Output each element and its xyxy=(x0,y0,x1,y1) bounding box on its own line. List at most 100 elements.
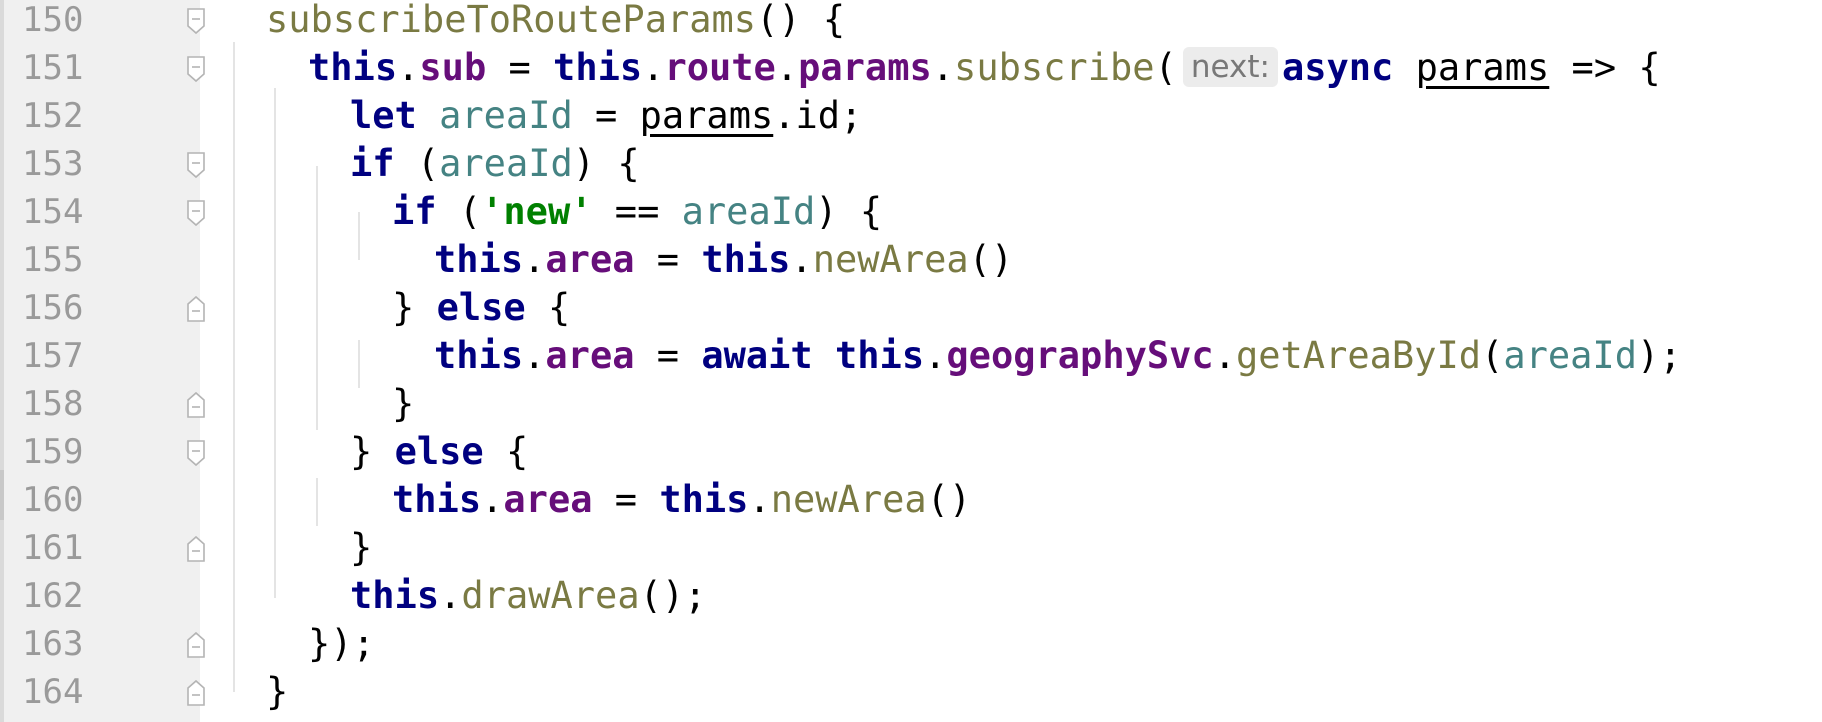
code-token: . xyxy=(775,46,799,89)
code-token: = xyxy=(592,478,660,521)
code-token: area xyxy=(503,478,593,521)
line-number: 162 xyxy=(22,576,84,616)
fold-close-icon[interactable] xyxy=(185,390,207,420)
code-token: . xyxy=(642,46,665,89)
line-number: 152 xyxy=(22,96,84,136)
code-token: ) { xyxy=(572,142,640,185)
code-token: = xyxy=(634,334,702,377)
code-token: async xyxy=(1281,46,1394,89)
code-token: this xyxy=(392,478,482,521)
code-token: route xyxy=(664,46,776,89)
code-token: = xyxy=(634,238,702,281)
fold-close-icon[interactable] xyxy=(185,294,207,324)
code-token: ) { xyxy=(815,190,883,233)
fold-open-icon[interactable] xyxy=(185,438,207,468)
line-number: 151 xyxy=(22,48,84,88)
code-token: newArea xyxy=(812,238,969,281)
code-token: ( xyxy=(1481,334,1504,377)
code-area[interactable]: 150 subscribeToRouteParams() { 151 this.… xyxy=(22,0,1822,722)
code-token: . xyxy=(1213,334,1236,377)
code-token: == xyxy=(592,190,682,233)
code-token: let xyxy=(350,94,417,137)
code-token: newArea xyxy=(770,478,927,521)
code-line[interactable]: 156 } else { xyxy=(22,286,1822,336)
code-token: areaId xyxy=(1503,334,1637,377)
fold-open-icon[interactable] xyxy=(185,6,207,36)
code-line[interactable]: 158 } xyxy=(22,382,1822,432)
fold-open-icon[interactable] xyxy=(185,150,207,180)
code-token: await xyxy=(701,334,813,377)
code-token: this xyxy=(553,46,643,89)
code-token: areaId xyxy=(681,190,816,233)
code-token: . xyxy=(523,238,546,281)
line-number: 161 xyxy=(22,528,84,568)
code-token: . xyxy=(924,334,947,377)
code-line[interactable]: 162 this.drawArea(); xyxy=(22,574,1822,624)
code-token: areaId xyxy=(439,94,573,137)
code-token: . xyxy=(931,46,955,89)
code-token: = xyxy=(486,46,554,89)
code-token: area xyxy=(545,334,635,377)
code-token: area xyxy=(545,238,635,281)
code-token: this xyxy=(835,334,925,377)
code-token: ( xyxy=(436,190,482,233)
code-line[interactable]: 164 } xyxy=(22,670,1822,720)
line-number: 150 xyxy=(22,0,84,40)
code-line[interactable]: 152 let areaId = params.id; xyxy=(22,94,1822,144)
code-token: } xyxy=(266,670,289,713)
code-token: geographySvc xyxy=(946,334,1214,377)
code-token: => { xyxy=(1549,46,1661,89)
code-token: subscribeToRouteParams xyxy=(266,0,757,41)
code-token: this xyxy=(434,238,524,281)
line-number: 159 xyxy=(22,432,84,472)
code-line[interactable]: 155 this.area = this.newArea() xyxy=(22,238,1822,288)
code-line[interactable]: 161 } xyxy=(22,526,1822,576)
fold-close-icon[interactable] xyxy=(185,534,207,564)
code-token: this xyxy=(659,478,749,521)
code-token: ( xyxy=(1154,46,1177,89)
code-token: () xyxy=(926,478,972,521)
code-token: else xyxy=(394,430,484,473)
fold-close-icon[interactable] xyxy=(185,678,207,708)
code-token: this xyxy=(434,334,524,377)
code-line[interactable]: 151 this.sub = this.route.params.subscri… xyxy=(22,46,1822,96)
code-token: () { xyxy=(756,0,846,41)
line-number: 156 xyxy=(22,288,84,328)
code-token: getAreaById xyxy=(1235,334,1482,377)
code-line[interactable]: 150 subscribeToRouteParams() { xyxy=(22,0,1822,48)
code-token: this xyxy=(308,46,398,89)
code-line[interactable]: 160 this.area = this.newArea() xyxy=(22,478,1822,528)
current-line-marker xyxy=(0,470,4,520)
code-editor[interactable]: 150 subscribeToRouteParams() { 151 this.… xyxy=(0,0,1822,722)
line-number: 154 xyxy=(22,192,84,232)
line-number: 164 xyxy=(22,672,84,712)
code-token: (); xyxy=(639,574,707,617)
code-token: sub xyxy=(419,46,487,89)
code-token: . xyxy=(397,46,420,89)
code-line[interactable]: 163 }); xyxy=(22,622,1822,672)
code-token: this xyxy=(350,574,440,617)
code-line[interactable]: 159 } else { xyxy=(22,430,1822,480)
code-token: this xyxy=(701,238,791,281)
code-line[interactable]: 153 if (areaId) { xyxy=(22,142,1822,192)
code-token: params xyxy=(639,94,774,137)
code-line[interactable]: 154 if ('new' == areaId) { xyxy=(22,190,1822,240)
fold-close-icon[interactable] xyxy=(185,630,207,660)
code-token: } xyxy=(350,430,395,473)
code-token: } xyxy=(392,382,415,425)
fold-open-icon[interactable] xyxy=(185,198,207,228)
code-token: = xyxy=(572,94,640,137)
code-token: . xyxy=(481,478,504,521)
code-line[interactable]: 157 this.area = await this.geographySvc.… xyxy=(22,334,1822,384)
code-token: }); xyxy=(308,622,375,665)
fold-open-icon[interactable] xyxy=(185,54,207,84)
code-token: ); xyxy=(1636,334,1682,377)
line-number: 157 xyxy=(22,336,84,376)
code-token: if xyxy=(392,190,437,233)
code-token: if xyxy=(350,142,395,185)
code-token: 'new' xyxy=(481,190,593,233)
code-token: } xyxy=(392,286,437,329)
parameter-hint: next: xyxy=(1182,47,1278,87)
